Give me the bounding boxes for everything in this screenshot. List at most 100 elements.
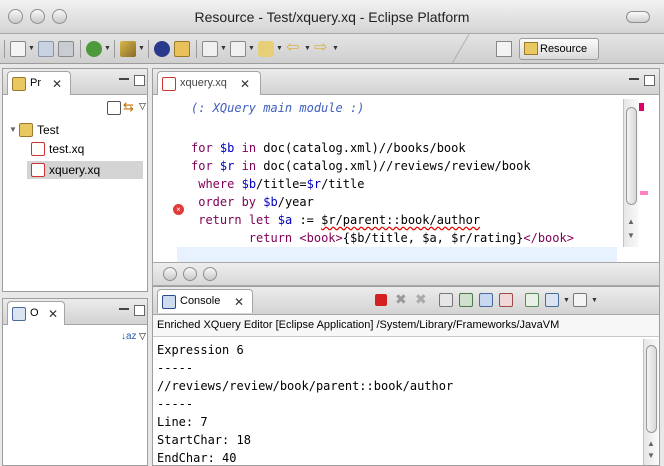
- toolbar-separator: [148, 40, 149, 58]
- xquery-file-icon: [31, 142, 45, 156]
- code-line-3: for $b in doc(catalog.xml)//books/book: [191, 141, 466, 155]
- console-header: Console ✕ ✖ ✖ ▼ ▼: [153, 287, 659, 315]
- current-line-highlight: [177, 247, 617, 263]
- tab-label: Pr: [30, 77, 41, 89]
- xquery-file-error-icon: [31, 163, 45, 177]
- xquery-file-error-icon: [162, 77, 176, 91]
- close-icon[interactable]: ✕: [240, 77, 250, 91]
- sort-icon[interactable]: ↓az: [121, 331, 137, 342]
- console-window-titlebar: [152, 262, 660, 286]
- disclosure-triangle-icon[interactable]: ▼: [9, 125, 17, 134]
- collapse-all-icon[interactable]: [107, 101, 121, 115]
- console-process-label: Enriched XQuery Editor [Eclipse Applicat…: [153, 315, 659, 337]
- console-output[interactable]: Expression 6 ----- //reviews/review/book…: [153, 339, 629, 465]
- last-edit-icon[interactable]: [258, 41, 274, 57]
- outline-icon: [12, 307, 26, 321]
- terminate-icon[interactable]: [375, 294, 387, 306]
- close-icon[interactable]: ✕: [234, 295, 244, 309]
- maximize-view-button[interactable]: [644, 75, 655, 86]
- minimize-view-button[interactable]: [119, 308, 129, 310]
- clear-console-icon[interactable]: [439, 293, 453, 307]
- pin-console-icon[interactable]: [525, 293, 539, 307]
- scrollbar-thumb[interactable]: [646, 345, 657, 433]
- toolbar-separator: [114, 40, 115, 58]
- tab-xquery-editor[interactable]: xquery.xq ✕: [157, 71, 261, 95]
- chevron-down-icon[interactable]: ▼: [332, 45, 339, 52]
- chevron-down-icon[interactable]: ▼: [591, 297, 598, 304]
- main-toolbar: ▼ ▼ ▼ ▼ ▼ ▼ ⇦ ▼ ⇨ ▼ Resource: [0, 34, 664, 64]
- chevron-down-icon[interactable]: ▼: [276, 45, 283, 52]
- minimize-view-button[interactable]: [629, 78, 639, 80]
- next-annotation-icon[interactable]: [202, 41, 218, 57]
- view-menu-icon[interactable]: ▽: [139, 331, 146, 342]
- editor-header: xquery.xq ✕: [153, 69, 659, 95]
- link-with-editor-icon[interactable]: ⇆: [123, 100, 137, 115]
- toolbar-separator: [196, 40, 197, 58]
- error-squiggle: $r/parent::book/author: [321, 213, 481, 227]
- window-title: Resource - Test/xquery.xq - Eclipse Plat…: [194, 9, 470, 25]
- print-icon[interactable]: [58, 41, 74, 57]
- zoom-window-button[interactable]: [203, 267, 217, 281]
- tab-outline[interactable]: O ✕: [7, 301, 65, 325]
- tab-label: Console: [180, 295, 221, 307]
- show-on-error-icon[interactable]: [499, 293, 513, 307]
- chevron-down-icon[interactable]: ▼: [563, 297, 570, 304]
- close-icon[interactable]: ✕: [52, 77, 62, 91]
- scrollbar-thumb[interactable]: [626, 107, 637, 205]
- console-line: Line: 7: [157, 415, 208, 429]
- close-window-button[interactable]: [163, 267, 177, 281]
- chevron-down-icon[interactable]: ▼: [104, 45, 111, 52]
- project-explorer-view: Pr ✕ ⇆ ▽ ▼ Test test.xq xquery.xq: [2, 68, 148, 292]
- view-menu-icon[interactable]: ▽: [139, 101, 146, 112]
- tree-item-file-selected[interactable]: xquery.xq: [27, 161, 143, 179]
- toolbar-separator: [80, 40, 81, 58]
- run-debug-icon[interactable]: [86, 41, 102, 57]
- code-line-8: return <book>{$b/title, $a, $r/rating}</…: [248, 231, 574, 245]
- tab-project-explorer[interactable]: Pr ✕: [7, 71, 71, 95]
- tree-item-file[interactable]: test.xq: [31, 141, 141, 159]
- external-tools-icon[interactable]: [120, 41, 136, 57]
- editor-scrollbar[interactable]: ▲ ▼: [623, 99, 639, 247]
- tab-label: xquery.xq: [180, 77, 227, 89]
- outline-header: O ✕: [3, 299, 147, 325]
- toolbar-toggle-button[interactable]: [626, 11, 650, 23]
- new-file-icon[interactable]: [10, 41, 26, 57]
- code-line-4: for $r in doc(catalog.xml)//reviews/revi…: [191, 159, 531, 173]
- minimize-view-button[interactable]: [119, 78, 129, 80]
- target-icon[interactable]: [154, 41, 170, 57]
- maximize-view-button[interactable]: [134, 75, 145, 86]
- chevron-down-icon[interactable]: ▼: [304, 45, 311, 52]
- open-perspective-icon[interactable]: [496, 41, 512, 57]
- console-scrollbar[interactable]: ▲ ▼: [643, 339, 659, 465]
- scroll-up-icon[interactable]: ▲: [627, 217, 635, 226]
- remove-launch-icon[interactable]: ✖: [395, 291, 407, 308]
- open-console-icon[interactable]: [573, 293, 587, 307]
- chevron-down-icon[interactable]: ▼: [248, 45, 255, 52]
- back-arrow-icon[interactable]: ⇦: [286, 40, 302, 57]
- open-folder-icon[interactable]: [174, 41, 190, 57]
- perspective-resource-button[interactable]: Resource: [519, 38, 599, 60]
- tree-item-label: test.xq: [49, 142, 85, 156]
- save-icon[interactable]: [38, 41, 54, 57]
- previous-annotation-icon[interactable]: [230, 41, 246, 57]
- show-on-output-icon[interactable]: [479, 293, 493, 307]
- code-line-5: where $b/title=$r/title: [198, 177, 365, 191]
- chevron-down-icon[interactable]: ▼: [28, 45, 35, 52]
- scroll-lock-icon[interactable]: [459, 293, 473, 307]
- chevron-down-icon[interactable]: ▼: [138, 45, 145, 52]
- minimize-window-button[interactable]: [183, 267, 197, 281]
- code-area[interactable]: (: XQuery main module :) for $b in doc(c…: [177, 97, 631, 263]
- scroll-up-icon[interactable]: ▲: [647, 439, 655, 448]
- console-line: -----: [157, 361, 194, 375]
- project-explorer-header: Pr ✕: [3, 69, 147, 95]
- tab-console[interactable]: Console ✕: [157, 289, 253, 313]
- scroll-down-icon[interactable]: ▼: [627, 231, 635, 240]
- maximize-view-button[interactable]: [134, 305, 145, 316]
- remove-all-icon[interactable]: ✖: [415, 291, 427, 308]
- close-icon[interactable]: ✕: [48, 307, 58, 321]
- display-console-icon[interactable]: [545, 293, 559, 307]
- error-ruler-marker[interactable]: [640, 191, 648, 195]
- chevron-down-icon[interactable]: ▼: [220, 45, 227, 52]
- forward-arrow-icon[interactable]: ⇨: [314, 40, 330, 57]
- scroll-down-icon[interactable]: ▼: [647, 451, 655, 460]
